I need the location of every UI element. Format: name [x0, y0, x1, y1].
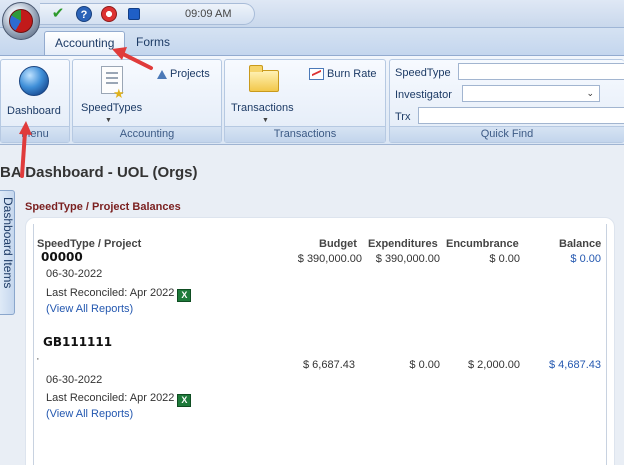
encumbrance-value: $ 0.00 [489, 253, 520, 265]
section-title: SpeedType / Project Balances [25, 201, 181, 213]
ribbon-group-accounting: ★ SpeedTypes ▼ Projects Accounting [72, 59, 222, 143]
speedtype-name[interactable]: GB111111 [43, 335, 112, 349]
stop-square-icon[interactable] [128, 8, 140, 20]
side-tab-label: Dashboard Items [1, 197, 15, 289]
dropdown-arrow-icon[interactable]: ▼ [262, 117, 269, 124]
quick-access-toolbar: ✔ ? 09:09 AM [40, 3, 255, 25]
group-label-transactions: Transactions [225, 126, 385, 142]
view-all-reports-link[interactable]: (View All Reports) [46, 408, 133, 420]
trx-label: Trx [395, 111, 411, 123]
group-label-accounting: Accounting [73, 126, 221, 142]
last-reconciled: Last Reconciled: Apr 2022 X [46, 287, 192, 302]
dashboard-items-side-tab[interactable]: Dashboard Items [0, 190, 15, 315]
lifebuoy-icon[interactable] [101, 6, 117, 22]
page-title: BA Dashboard - UOL (Orgs) [0, 164, 198, 181]
dropdown-arrow-icon[interactable]: ▼ [105, 117, 112, 124]
excel-icon[interactable]: X [177, 394, 192, 407]
globe-icon[interactable] [19, 66, 49, 96]
investigator-select[interactable]: ⌄ [462, 85, 600, 102]
ribbon-tab-row: Accounting Forms [0, 28, 624, 55]
application-menu-orb[interactable] [2, 2, 40, 40]
tab-accounting[interactable]: Accounting [44, 31, 126, 55]
clock-time: 09:09 AM [185, 8, 232, 20]
speedtype-label: SpeedType [395, 67, 451, 79]
row-date: 06-30-2022 [46, 268, 103, 280]
app-logo-icon [9, 9, 33, 33]
view-all-reports-link[interactable]: (View All Reports) [46, 303, 133, 315]
budget-value: $ 390,000.00 [297, 253, 362, 265]
speedtype-name[interactable]: 00000 [41, 250, 83, 264]
investigator-label: Investigator [395, 89, 452, 101]
balance-value[interactable]: $ 4,687.43 [549, 359, 601, 371]
trx-input[interactable] [418, 107, 624, 124]
expenditures-value: $ 390,000.00 [375, 253, 440, 265]
burn-rate-button[interactable]: Burn Rate [309, 68, 377, 80]
chevron-down-icon[interactable]: ⌄ [586, 86, 594, 101]
last-reconciled: Last Reconciled: Apr 2022 X [46, 392, 192, 407]
line-chart-icon [309, 68, 324, 80]
speedtypes-button[interactable]: SpeedTypes [81, 102, 142, 114]
ribbon-group-transactions: Transactions ▼ Burn Rate Transactions [224, 59, 386, 143]
header-expenditures: Expenditures [368, 238, 438, 250]
folder-icon[interactable] [249, 65, 279, 92]
balance-value[interactable]: $ 0.00 [570, 253, 601, 265]
encumbrance-value: $ 2,000.00 [468, 359, 520, 371]
last-reconciled-text: Last Reconciled: Apr 2022 [46, 287, 175, 299]
budget-value: $ 6,687.43 [303, 359, 355, 371]
header-encumbrance: Encumbrance [446, 238, 519, 250]
star-icon: ★ [113, 86, 125, 101]
tab-forms[interactable]: Forms [126, 31, 180, 55]
burn-rate-label: Burn Rate [327, 68, 377, 80]
projects-icon [157, 69, 167, 79]
header-budget: Budget [319, 238, 357, 250]
projects-label: Projects [170, 68, 210, 80]
ribbon-group-quick-find: SpeedType Investigator ⌄ Trx Quick Find [389, 59, 624, 143]
balances-table: SpeedType / Project Budget Expenditures … [33, 224, 607, 465]
transactions-button[interactable]: Transactions [231, 102, 294, 114]
header-balance: Balance [559, 238, 602, 250]
projects-button[interactable]: Projects [157, 68, 210, 80]
balances-card: SpeedType / Project Budget Expenditures … [25, 217, 615, 465]
row-marker: · [36, 353, 40, 365]
help-icon[interactable]: ? [76, 6, 92, 22]
speedtype-input[interactable] [458, 63, 624, 80]
ribbon: Dashboard Menu ★ SpeedTypes ▼ Projects A… [0, 55, 624, 145]
row-date: 06-30-2022 [46, 374, 103, 386]
last-reconciled-text: Last Reconciled: Apr 2022 [46, 392, 175, 404]
expenditures-value: $ 0.00 [409, 359, 440, 371]
group-label-quick-find: Quick Find [390, 126, 624, 142]
header-speedtype: SpeedType / Project [37, 238, 142, 250]
ribbon-group-menu: Dashboard Menu [0, 59, 70, 143]
group-label-menu: Menu [1, 126, 69, 142]
dashboard-button[interactable]: Dashboard [7, 105, 61, 117]
excel-icon[interactable]: X [177, 289, 192, 302]
checkmark-icon[interactable]: ✔ [50, 6, 66, 22]
